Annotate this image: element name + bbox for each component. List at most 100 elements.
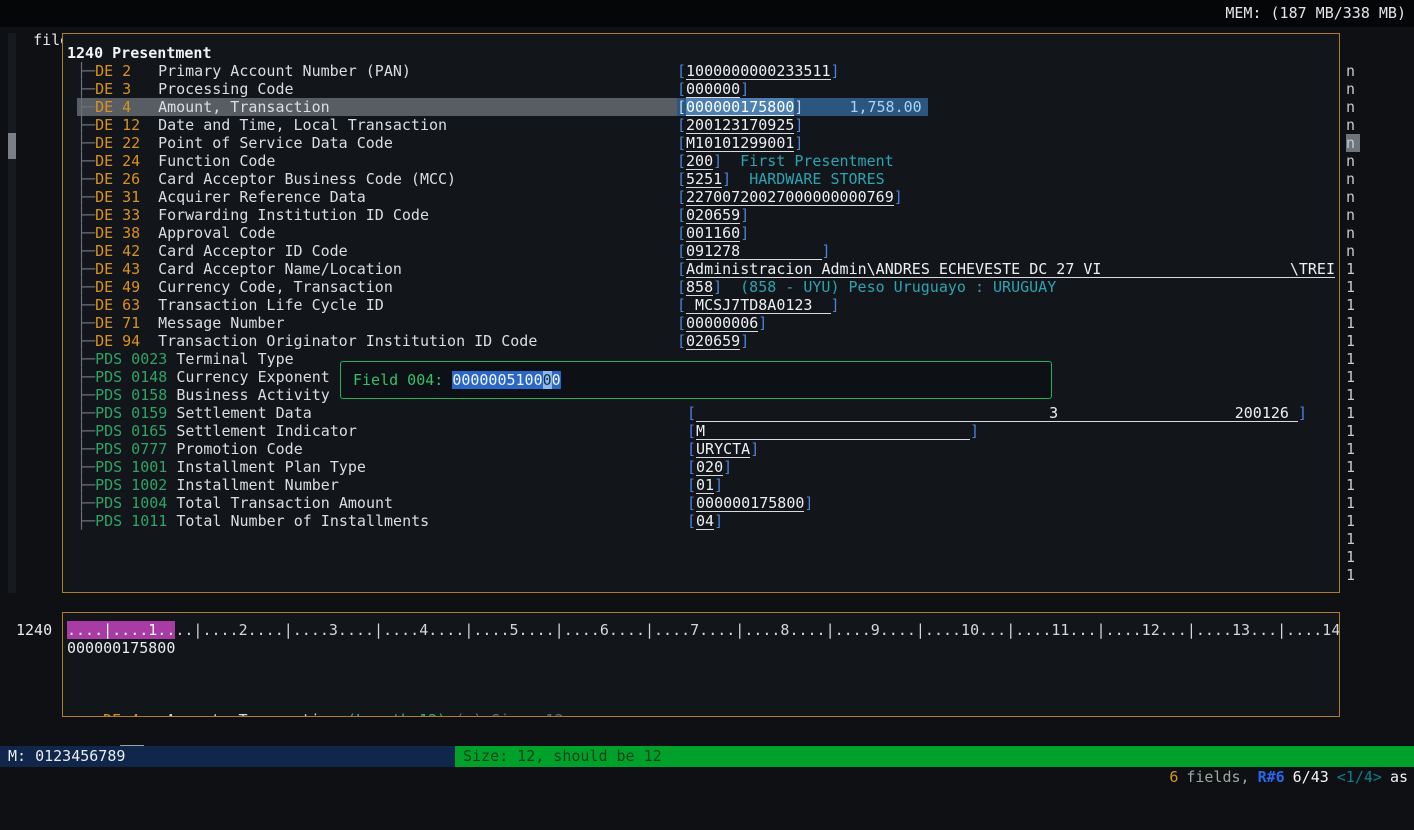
field-row[interactable]: ├─DE 12Date and Time, Local Transaction[… [63,116,1339,134]
edit-cursor[interactable]: 0 [543,371,552,389]
edit-value-before-cursor[interactable]: 0000005100 [452,371,542,389]
value-underline-fill [1101,260,1289,278]
field-value[interactable]: [URYCTA] [687,440,759,458]
field-tag: DE 38 [95,224,158,242]
bracket-close: ] [723,458,732,476]
raw-field-value[interactable]: 000000175800 [67,639,1339,657]
field-row[interactable]: ├─DE 63Transaction Life Cycle ID[ MCSJ7T… [63,296,1339,314]
field-value[interactable]: [ MCSJ7TD8A0123 ] [677,296,840,314]
field-value[interactable]: [091278 ] [677,242,831,260]
value-text: 200126 [1235,404,1298,422]
field-row[interactable]: ├─PDS 0159Settlement Data[3200126 ] [63,404,1339,422]
status-record-info: 6fields,R#66/43<1/4>as [1133,746,1408,767]
bracket-open: [ [687,458,696,476]
field-value[interactable]: [5251]HARDWARE STORES [677,170,885,188]
bracket-close: ] [714,512,723,530]
field-tag: DE 31 [95,188,158,206]
field-row[interactable]: ├─DE 31Acquirer Reference Data[227007200… [63,188,1339,206]
occurrence-marker: 1 [1346,440,1368,458]
tree-connector-icon: ├─ [77,134,95,152]
title-bar: file20 -- 6,616,625 bytes, 10,990 record… [0,0,1414,27]
bracket-open: [ [677,314,686,332]
field-row[interactable]: ├─DE 3Processing Code[000000] [63,80,1339,98]
bracket-open: [ [677,152,686,170]
column-ruler: ....|....1....|....2....|....3....|....4… [67,621,1339,639]
tree-connector-icon: ├─ [77,224,95,242]
field-row[interactable]: ├─DE 43Card Acceptor Name/Location[Admin… [63,260,1339,278]
occurrence-marker: 1 [1346,404,1368,422]
occurrence-marker: 1 [1346,512,1368,530]
left-scrollbar-track[interactable] [8,33,16,593]
field-row[interactable]: ├─DE 26Card Acceptor Business Code (MCC)… [63,170,1339,188]
message-fields-panel: 1240 Presentment ├─DE 2Primary Account N… [62,33,1340,593]
field-row[interactable]: ├─DE 94Transaction Originator Institutio… [63,332,1339,350]
field-value[interactable]: [020659] [677,332,749,350]
field-value[interactable]: [04] [687,512,723,530]
tree-connector-icon: ├─ [77,332,95,350]
field-row[interactable]: ├─DE 33Forwarding Institution ID Code[02… [63,206,1339,224]
bracket-open: [ [687,512,696,530]
field-value[interactable]: [000000175800]1,758.00 [677,98,928,116]
field-summary: DE 4Amount, Transaction(Length 12)(n) Si… [67,693,1339,711]
field-row[interactable]: ├─PDS 1001Installment Plan Type[020] [63,458,1339,476]
value-text: 200123170925 [686,116,794,134]
field-value[interactable]: [M10101299001] [677,134,803,152]
edit-prompt-label: Field 004: [353,371,443,389]
occurrence-marker-column: nnnnnnnnnnn111111111111111111 [1346,62,1368,584]
occurrence-marker: n [1346,152,1368,170]
field-row[interactable]: ├─DE 42Card Acceptor ID Code[091278 ] [63,242,1339,260]
field-row[interactable]: ├─PDS 1011Total Number of Installments[0… [63,512,1339,530]
tree-connector-icon: ├─ [77,512,95,530]
field-value[interactable]: [000000175800] [687,494,813,512]
field-value[interactable]: [020659] [677,206,749,224]
field-value[interactable]: [Administracion Admin\ANDRES ECHEVESTE D… [677,260,1335,278]
occurrence-marker: 1 [1346,260,1368,278]
field-value[interactable]: [200]First Presentment [677,152,894,170]
left-scrollbar-thumb[interactable] [8,133,16,159]
field-value[interactable]: [M] [687,422,979,440]
occurrence-marker: n [1346,224,1368,242]
tree-connector-icon: ├─ [77,170,95,188]
field-name: Installment Number [176,476,339,494]
field-row[interactable]: ├─DE 24Function Code[200]First Presentme… [63,152,1339,170]
edit-value-after-cursor[interactable]: 0 [552,371,561,389]
tree-connector-icon: ├─ [77,62,95,80]
occurrence-marker: 1 [1346,458,1368,476]
field-value[interactable]: [200123170925] [677,116,803,134]
field-row[interactable]: ├─DE 71Message Number[00000006] [63,314,1339,332]
field-value[interactable]: [22700720027000000000769] [677,188,903,206]
field-row[interactable]: ├─PDS 0165Settlement Indicator[M] [63,422,1339,440]
field-name: Amount, Transaction [158,98,330,116]
bracket-open: [ [677,188,686,206]
field-row[interactable]: ├─DE 2Primary Account Number (PAN)[10000… [63,62,1339,80]
field-row[interactable]: ├─DE 22Point of Service Data Code[M10101… [63,134,1339,152]
raw-value-panel: ....|....1....|....2....|....3....|....4… [62,612,1340,717]
value-text: 020 [696,458,723,476]
field-row[interactable]: ├─DE 4Amount, Transaction[000000175800]1… [63,98,1339,116]
field-value[interactable]: [001160] [677,224,749,242]
field-value[interactable]: [00000006] [677,314,767,332]
field-row[interactable]: ├─DE 49Currency Code, Transaction[858](8… [63,278,1339,296]
field-value[interactable]: [000000] [677,80,749,98]
field-tag: PDS 0158 [95,386,167,404]
tree-connector-icon: ├─ [77,458,95,476]
bracket-open: [ [677,62,686,80]
record-number: R#6 [1258,768,1285,786]
tree-connector-icon: ├─ [77,206,95,224]
field-value[interactable]: [858](858 - UYU) Peso Uruguayo : URUGUAY [677,278,1056,296]
field-value[interactable]: [1000000000233511] [677,62,840,80]
field-tag: DE 63 [95,296,158,314]
value-text: 200 [686,152,713,170]
field-row[interactable]: ├─DE 38Approval Code[001160] [63,224,1339,242]
bracket-close: ] [970,422,979,440]
field-value[interactable]: [020] [687,458,732,476]
field-row[interactable]: ├─PDS 1004Total Transaction Amount[00000… [63,494,1339,512]
field-tag: DE 33 [95,206,158,224]
occurrence-marker: 1 [1346,278,1368,296]
field-name: Transaction Originator Institution ID Co… [158,332,537,350]
field-value[interactable]: [01] [687,476,723,494]
field-row[interactable]: ├─PDS 0777Promotion Code[URYCTA] [63,440,1339,458]
value-underline-fill [1058,404,1235,422]
field-value[interactable]: [3200126 ] [687,404,1307,422]
field-row[interactable]: ├─PDS 1002Installment Number[01] [63,476,1339,494]
